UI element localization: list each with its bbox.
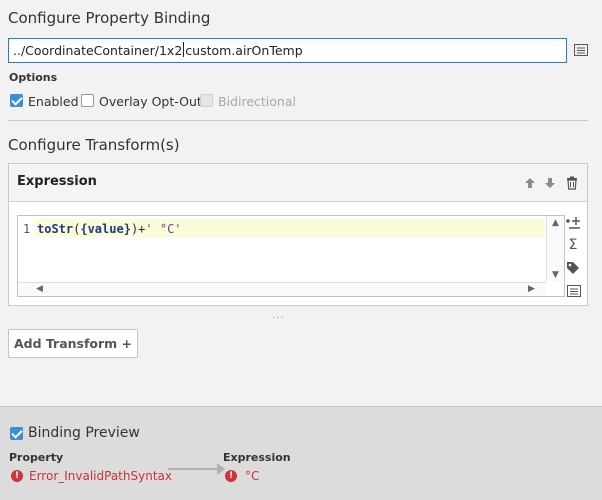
path-text-after-caret: custom.airOnTemp (185, 43, 303, 58)
code-close-paren: )+ (130, 222, 146, 236)
editor-horizontal-scrollbar[interactable]: ◀ ▶ (18, 282, 546, 296)
scroll-right-arrow-icon[interactable]: ▶ (528, 284, 535, 294)
resize-grip[interactable]: ··· (272, 313, 285, 324)
property-column-title: Property (9, 451, 64, 464)
expression-code[interactable]: toStr({value})+' °C' (37, 222, 182, 236)
scroll-left-arrow-icon[interactable]: ◀ (36, 284, 43, 294)
transforms-section-title: Configure Transform(s) (8, 136, 180, 154)
expression-result-value: °C (245, 469, 260, 483)
error-icon: ! (225, 470, 237, 482)
expression-panel-title: Expression (17, 174, 97, 189)
preview-flow-arrow-line (168, 468, 218, 470)
error-icon: ! (11, 470, 23, 482)
code-function-name: toStr (37, 222, 74, 236)
binding-preview-checkbox[interactable] (10, 427, 23, 440)
binding-preview-panel (0, 406, 602, 500)
insert-property-icon[interactable] (565, 216, 581, 232)
binding-section-title: Configure Property Binding (8, 9, 211, 27)
list-icon[interactable] (574, 44, 588, 56)
enabled-label: Enabled (28, 94, 79, 109)
enabled-checkbox[interactable] (10, 94, 23, 107)
bidirectional-label: Bidirectional (218, 94, 296, 109)
code-value-reference: {value} (80, 222, 131, 236)
binding-preview-title: Binding Preview (28, 425, 140, 441)
expression-column-title: Expression (223, 451, 291, 464)
bidirectional-checkbox (200, 94, 213, 107)
add-transform-button[interactable]: Add Transform + (8, 329, 138, 358)
expression-code-editor[interactable]: 1 toStr({value})+' °C' ▲ ▼ ◀ ▶ (17, 215, 565, 297)
expression-transform-panel: Expression 1 toStr({value})+' °C' ▲ ▼ ◀ … (8, 163, 588, 306)
scroll-down-arrow-icon[interactable]: ▼ (552, 270, 559, 280)
overlay-opt-out-label: Overlay Opt-Out (99, 94, 202, 109)
overlay-opt-out-checkbox[interactable] (81, 94, 94, 107)
property-path-input[interactable]: ../CoordinateContainer/1x2 custom.airOnTe… (8, 38, 567, 63)
tag-icon[interactable] (565, 260, 581, 276)
section-divider (8, 120, 588, 121)
expression-panel-header: Expression (9, 164, 587, 202)
sigma-icon[interactable]: Σ (565, 237, 581, 253)
options-label: Options (9, 71, 58, 84)
editor-vertical-scrollbar[interactable]: ▲ ▼ (546, 216, 564, 282)
code-string-literal: ' °C' (145, 222, 182, 236)
list-icon[interactable] (566, 283, 582, 299)
scroll-up-arrow-icon[interactable]: ▲ (552, 218, 559, 228)
trash-icon[interactable] (565, 176, 579, 190)
path-text-before-caret: ../CoordinateContainer/1x2 (13, 43, 183, 58)
property-error-value: Error_InvalidPathSyntax (29, 469, 172, 483)
line-number: 1 (23, 222, 31, 236)
preview-flow-arrow-icon (217, 463, 225, 475)
arrow-down-icon[interactable] (543, 176, 557, 190)
arrow-up-icon[interactable] (523, 176, 537, 190)
